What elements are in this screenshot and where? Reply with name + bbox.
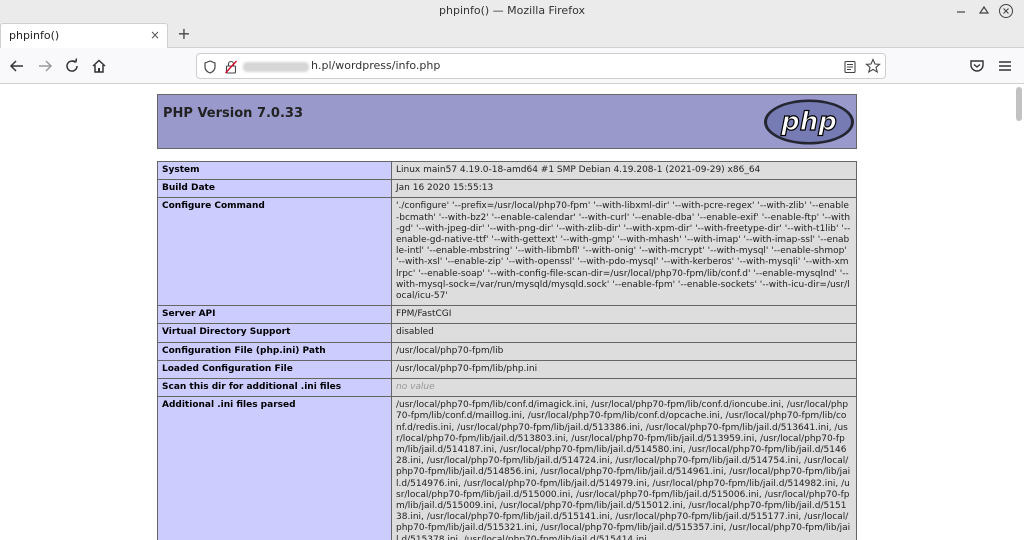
row-key: Virtual Directory Support	[157, 323, 392, 343]
php-version-header: PHP Version 7.0.33 php	[157, 94, 857, 149]
hamburger-menu-icon[interactable]	[996, 57, 1014, 75]
table-row: Scan this dir for additional .ini files …	[157, 378, 857, 398]
row-key: Build Date	[157, 179, 392, 199]
row-value: Linux main57 4.19.0-18-amd64 #1 SMP Debi…	[391, 160, 857, 181]
maximize-icon[interactable]	[976, 3, 992, 19]
back-arrow-icon[interactable]	[8, 57, 26, 75]
reader-view-icon[interactable]	[843, 59, 857, 74]
row-key: System	[157, 160, 392, 181]
home-icon[interactable]	[90, 57, 108, 75]
tab-bar: phpinfo() × +	[0, 22, 1024, 48]
row-key: Loaded Configuration File	[157, 359, 392, 380]
page-viewport[interactable]: PHP Version 7.0.33 php System Linux main…	[0, 85, 1024, 540]
table-row: Server API FPM/FastCGI	[157, 305, 857, 325]
row-value: /usr/local/php70-fpm/lib/conf.d/imagick.…	[391, 396, 857, 540]
row-key: Additional .ini files parsed	[157, 396, 392, 540]
row-value: Jan 16 2020 15:55:13	[391, 179, 857, 199]
table-row: Configure Command './configure' '--prefi…	[157, 197, 857, 307]
window-title-bar: phpinfo() — Mozilla Firefox	[0, 0, 1024, 22]
row-key: Scan this dir for additional .ini files	[157, 378, 392, 398]
row-value: './configure' '--prefix=/usr/local/php70…	[391, 197, 857, 307]
url-bar[interactable]: h.pl/wordpress/info.php	[196, 53, 886, 79]
row-key: Configure Command	[157, 197, 392, 307]
url-host-redacted	[243, 62, 309, 72]
minimize-icon[interactable]	[953, 3, 969, 19]
close-window-icon[interactable]	[998, 3, 1014, 19]
tab-phpinfo[interactable]: phpinfo() ×	[0, 23, 168, 48]
star-icon[interactable]	[865, 58, 881, 74]
table-row: Loaded Configuration File /usr/local/php…	[157, 359, 857, 380]
row-value: no value	[391, 378, 857, 398]
forward-arrow-icon[interactable]	[36, 57, 54, 75]
php-logo: php	[763, 98, 855, 146]
shield-icon[interactable]	[203, 59, 217, 74]
row-key: Server API	[157, 305, 392, 325]
vertical-scrollbar[interactable]	[1016, 87, 1022, 121]
row-value: /usr/local/php70-fpm/lib	[391, 341, 857, 361]
new-tab-button[interactable]: +	[176, 25, 192, 43]
row-value: /usr/local/php70-fpm/lib/php.ini	[391, 359, 857, 380]
table-row: System Linux main57 4.19.0-18-amd64 #1 S…	[157, 160, 857, 181]
php-version-title: PHP Version 7.0.33	[163, 106, 304, 121]
navigation-toolbar: h.pl/wordpress/info.php	[0, 48, 1024, 84]
table-row: Configuration File (php.ini) Path /usr/l…	[157, 341, 857, 361]
php-logo-text: php	[780, 107, 837, 137]
row-value: FPM/FastCGI	[391, 305, 857, 325]
reload-icon[interactable]	[63, 57, 81, 75]
table-row: Build Date Jan 16 2020 15:55:13	[157, 179, 857, 199]
php-info-table: System Linux main57 4.19.0-18-amd64 #1 S…	[157, 160, 857, 540]
table-row: Additional .ini files parsed /usr/local/…	[157, 396, 857, 540]
row-value: disabled	[391, 323, 857, 343]
pocket-icon[interactable]	[968, 57, 986, 75]
window-title: phpinfo() — Mozilla Firefox	[439, 4, 585, 17]
insecure-lock-icon[interactable]	[225, 59, 237, 74]
table-row: Virtual Directory Support disabled	[157, 323, 857, 343]
url-path-text[interactable]: h.pl/wordpress/info.php	[311, 59, 440, 72]
tab-close-icon[interactable]: ×	[150, 28, 160, 42]
row-key: Configuration File (php.ini) Path	[157, 341, 392, 361]
tab-label: phpinfo()	[9, 29, 60, 42]
